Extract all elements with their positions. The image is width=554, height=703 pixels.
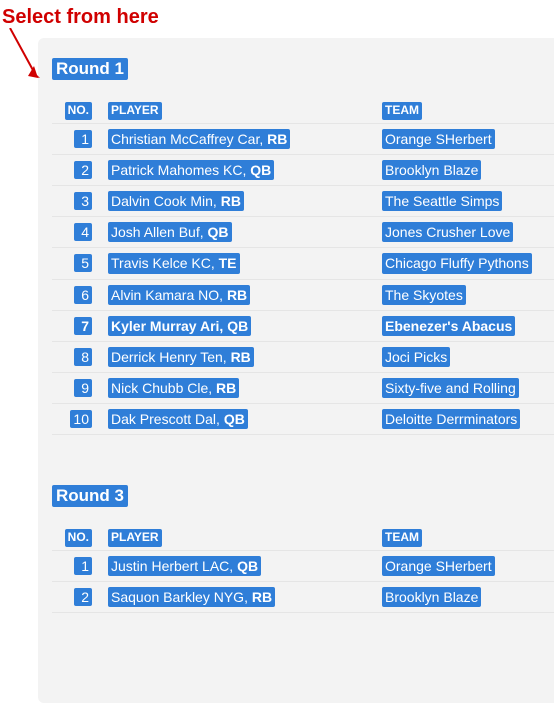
table-row: 10 Dak Prescott Dal, QB Deloitte Derrminat… bbox=[52, 404, 554, 435]
player-cell: Travis Kelce KC, TE bbox=[108, 253, 240, 273]
team-cell: Orange SHerbert bbox=[382, 556, 495, 576]
player-cell: Nick Chubb Cle, RB bbox=[108, 378, 239, 398]
team-cell: The Skyotes bbox=[382, 285, 466, 305]
team-cell: Chicago Fluffy Pythons bbox=[382, 253, 532, 273]
header-no: NO. bbox=[65, 529, 92, 547]
player-position: QB bbox=[237, 558, 258, 574]
pick-number: 9 bbox=[74, 379, 92, 397]
instruction-label: Select from here bbox=[2, 6, 159, 29]
header-team: TEAM bbox=[382, 529, 422, 547]
player-position: TE bbox=[219, 255, 237, 271]
pick-number: 10 bbox=[70, 410, 92, 428]
pick-number: 7 bbox=[74, 317, 92, 335]
player-cell: Kyler Murray Ari, QB bbox=[108, 316, 251, 336]
player-cell: Christian McCaffrey Car, RB bbox=[108, 129, 290, 149]
player-position: RB bbox=[221, 193, 241, 209]
table-row: 2 Patrick Mahomes KC, QB Brooklyn Blaze bbox=[52, 155, 554, 186]
round-title: Round 3 bbox=[52, 485, 128, 507]
player-name: Nick Chubb Cle, bbox=[111, 380, 216, 396]
table-row: 8 Derrick Henry Ten, RB Joci Picks bbox=[52, 342, 554, 373]
table-row: 1 Christian McCaffrey Car, RB Orange SHerb… bbox=[52, 124, 554, 155]
table-row: 3 Dalvin Cook Min, RB The Seattle Simps bbox=[52, 186, 554, 217]
team-cell: Brooklyn Blaze bbox=[382, 160, 481, 180]
team-cell: Brooklyn Blaze bbox=[382, 587, 481, 607]
table-header: NO. PLAYER TEAM bbox=[52, 98, 554, 124]
header-player: PLAYER bbox=[108, 102, 162, 120]
player-cell: Derrick Henry Ten, RB bbox=[108, 347, 254, 367]
team-cell: Deloitte Derrminators bbox=[382, 409, 520, 429]
pick-number: 2 bbox=[74, 161, 92, 179]
table-row: 6 Alvin Kamara NO, RB The Skyotes bbox=[52, 280, 554, 311]
round-block: Round 3 NO. PLAYER TEAM 1 Justin Herbert LAC,… bbox=[52, 485, 554, 613]
table-row: 1 Justin Herbert LAC, QB Orange SHerbert bbox=[52, 551, 554, 582]
table-row: 5 Travis Kelce KC, TE Chicago Fluffy Pytho… bbox=[52, 248, 554, 279]
pick-number: 2 bbox=[74, 588, 92, 606]
player-cell: Dak Prescott Dal, QB bbox=[108, 409, 248, 429]
header-team: TEAM bbox=[382, 102, 422, 120]
player-cell: Justin Herbert LAC, QB bbox=[108, 556, 261, 576]
player-position: QB bbox=[208, 224, 229, 240]
table-row: 7 Kyler Murray Ari, QB Ebenezer's Abacus bbox=[52, 311, 554, 342]
team-cell: Orange SHerbert bbox=[382, 129, 495, 149]
player-cell: Saquon Barkley NYG, RB bbox=[108, 587, 275, 607]
player-name: Saquon Barkley NYG, bbox=[111, 589, 252, 605]
round-block: Round 1 NO. PLAYER TEAM 1 Christian McCaffrey… bbox=[52, 58, 554, 435]
team-cell: Joci Picks bbox=[382, 347, 450, 367]
table-header: NO. PLAYER TEAM bbox=[52, 525, 554, 551]
player-name: Derrick Henry Ten, bbox=[111, 349, 231, 365]
player-name: Kyler Murray Ari, bbox=[111, 318, 227, 334]
player-position: RB bbox=[231, 349, 251, 365]
player-name: Josh Allen Buf, bbox=[111, 224, 208, 240]
player-position: RB bbox=[267, 131, 287, 147]
table-row: 4 Josh Allen Buf, QB Jones Crusher Love bbox=[52, 217, 554, 248]
player-cell: Alvin Kamara NO, RB bbox=[108, 285, 250, 305]
player-name: Dalvin Cook Min, bbox=[111, 193, 221, 209]
table-row: 9 Nick Chubb Cle, RB Sixty-five and Rollin… bbox=[52, 373, 554, 404]
pick-number: 1 bbox=[74, 557, 92, 575]
team-cell: The Seattle Simps bbox=[382, 191, 502, 211]
pick-number: 8 bbox=[74, 348, 92, 366]
player-name: Travis Kelce KC, bbox=[111, 255, 219, 271]
pick-number: 4 bbox=[74, 223, 92, 241]
player-name: Alvin Kamara NO, bbox=[111, 287, 227, 303]
round-title: Round 1 bbox=[52, 58, 128, 80]
player-cell: Josh Allen Buf, QB bbox=[108, 222, 232, 242]
player-cell: Patrick Mahomes KC, QB bbox=[108, 160, 274, 180]
player-name: Dak Prescott Dal, bbox=[111, 411, 224, 427]
team-cell: Sixty-five and Rolling bbox=[382, 378, 519, 398]
pick-number: 5 bbox=[74, 254, 92, 272]
player-name: Justin Herbert LAC, bbox=[111, 558, 237, 574]
player-position: QB bbox=[227, 318, 248, 334]
pick-number: 3 bbox=[74, 192, 92, 210]
pick-number: 1 bbox=[74, 130, 92, 148]
player-name: Christian McCaffrey Car, bbox=[111, 131, 267, 147]
team-cell: Jones Crusher Love bbox=[382, 222, 513, 242]
header-no: NO. bbox=[65, 102, 92, 120]
pick-number: 6 bbox=[74, 286, 92, 304]
player-cell: Dalvin Cook Min, RB bbox=[108, 191, 244, 211]
player-position: QB bbox=[250, 162, 271, 178]
player-name: Patrick Mahomes KC, bbox=[111, 162, 250, 178]
team-cell: Ebenezer's Abacus bbox=[382, 316, 515, 336]
player-position: RB bbox=[252, 589, 272, 605]
header-player: PLAYER bbox=[108, 529, 162, 547]
player-position: RB bbox=[216, 380, 236, 396]
arrow-icon bbox=[6, 28, 40, 84]
player-position: RB bbox=[227, 287, 247, 303]
table-row: 2 Saquon Barkley NYG, RB Brooklyn Blaze bbox=[52, 582, 554, 613]
player-position: QB bbox=[224, 411, 245, 427]
draft-results: Round 1 NO. PLAYER TEAM 1 Christian McCaffrey… bbox=[38, 38, 554, 703]
